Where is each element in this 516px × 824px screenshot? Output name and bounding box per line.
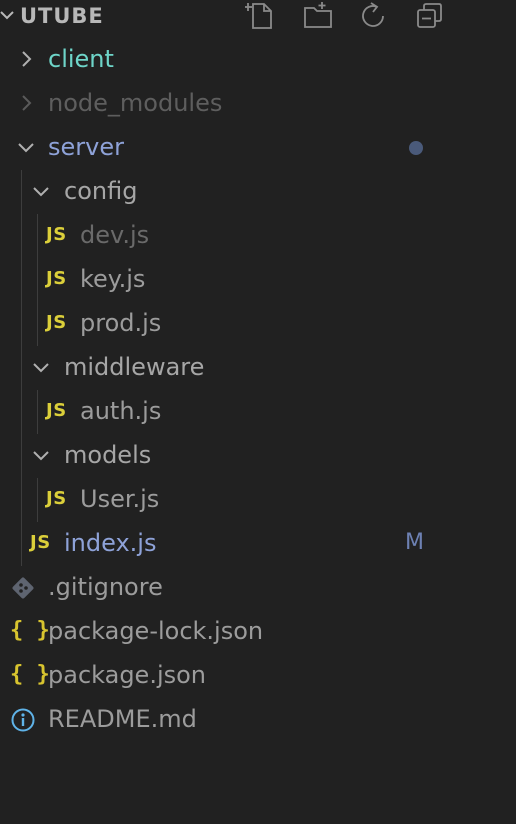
folder-label: server bbox=[48, 133, 124, 161]
js-file-icon: JS bbox=[46, 400, 67, 421]
tree-item-user-js[interactable]: JS User.js bbox=[0, 477, 516, 521]
js-file-icon: JS bbox=[46, 488, 67, 509]
chevron-down-icon bbox=[18, 143, 34, 153]
new-file-icon[interactable] bbox=[245, 0, 277, 32]
file-explorer: UTUBE client node_modules server config … bbox=[0, 0, 516, 824]
refresh-icon[interactable] bbox=[358, 0, 390, 32]
chevron-down-icon bbox=[33, 187, 49, 197]
workspace-title: UTUBE bbox=[20, 4, 104, 28]
folder-label: node_modules bbox=[48, 89, 223, 117]
tree-item-package-lock-json[interactable]: { } package-lock.json bbox=[0, 609, 516, 653]
file-label: key.js bbox=[80, 265, 146, 293]
new-folder-icon[interactable] bbox=[302, 0, 334, 32]
file-label: User.js bbox=[80, 485, 160, 513]
git-icon bbox=[12, 577, 34, 599]
folder-label: client bbox=[48, 45, 114, 73]
chevron-down-icon bbox=[33, 451, 49, 461]
explorer-header[interactable]: UTUBE bbox=[0, 0, 516, 34]
file-label: package.json bbox=[48, 661, 207, 689]
folder-label: models bbox=[64, 441, 152, 469]
tree-item-client[interactable]: client bbox=[0, 37, 516, 81]
chevron-right-icon bbox=[22, 51, 32, 67]
tree-item-server[interactable]: server bbox=[0, 125, 516, 169]
tree-item-package-json[interactable]: { } package.json bbox=[0, 653, 516, 697]
json-file-icon: { } bbox=[10, 618, 50, 643]
tree-item-dev-js[interactable]: JS dev.js bbox=[0, 213, 516, 257]
folder-label: middleware bbox=[64, 353, 205, 381]
chevron-right-icon bbox=[22, 95, 32, 111]
tree-item-config[interactable]: config bbox=[0, 169, 516, 213]
git-status-badge: M bbox=[405, 530, 424, 555]
js-file-icon: JS bbox=[46, 224, 67, 245]
tree-item-readme[interactable]: README.md bbox=[0, 697, 516, 741]
file-label: index.js bbox=[64, 529, 157, 557]
tree-item-models[interactable]: models bbox=[0, 433, 516, 477]
tree-item-node-modules[interactable]: node_modules bbox=[0, 81, 516, 125]
tree-item-gitignore[interactable]: .gitignore bbox=[0, 565, 516, 609]
tree-item-middleware[interactable]: middleware bbox=[0, 345, 516, 389]
collapse-all-icon[interactable] bbox=[414, 0, 446, 32]
tree-item-prod-js[interactable]: JS prod.js bbox=[0, 301, 516, 345]
file-label: .gitignore bbox=[48, 573, 163, 601]
js-file-icon: JS bbox=[30, 532, 51, 553]
folder-label: config bbox=[64, 177, 138, 205]
file-label: prod.js bbox=[80, 309, 162, 337]
chevron-down-icon[interactable] bbox=[0, 4, 14, 26]
modified-dot-icon bbox=[409, 141, 423, 155]
chevron-down-icon bbox=[33, 363, 49, 373]
info-icon bbox=[11, 708, 35, 732]
file-label: auth.js bbox=[80, 397, 162, 425]
js-file-icon: JS bbox=[46, 268, 67, 289]
tree-item-auth-js[interactable]: JS auth.js bbox=[0, 389, 516, 433]
file-label: package-lock.json bbox=[48, 617, 264, 645]
tree-item-index-js[interactable]: JS index.js M bbox=[0, 521, 516, 565]
tree-item-key-js[interactable]: JS key.js bbox=[0, 257, 516, 301]
file-label: dev.js bbox=[80, 221, 150, 249]
file-label: README.md bbox=[48, 705, 197, 733]
json-file-icon: { } bbox=[10, 662, 50, 687]
js-file-icon: JS bbox=[46, 312, 67, 333]
